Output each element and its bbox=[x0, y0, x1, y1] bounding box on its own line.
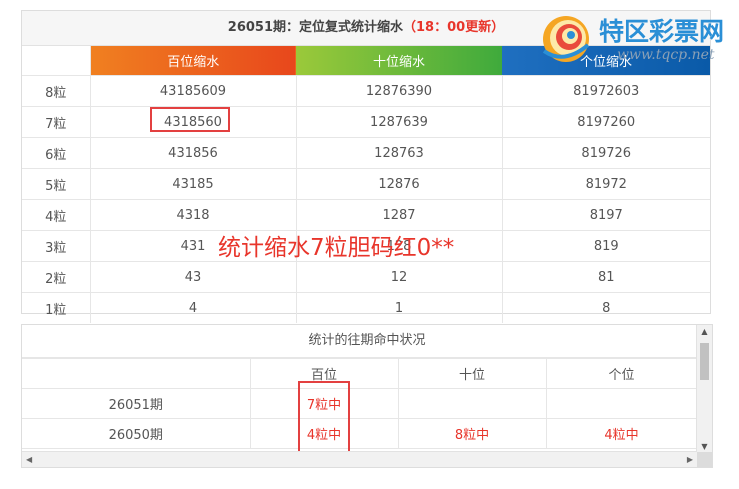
cell-bai: 4318 bbox=[89, 199, 297, 231]
history-header-shi: 十位 bbox=[397, 358, 547, 389]
shrink-table: 百位缩水 十位缩水 个位缩水 8粒 43185609 12876390 8197… bbox=[22, 46, 710, 323]
logo-swirl-icon bbox=[542, 16, 590, 62]
cell-bai: 43185609 bbox=[89, 75, 297, 107]
logo-url-text: www.tqcp.net bbox=[617, 47, 715, 63]
hit-shi: 8粒中 bbox=[397, 418, 547, 449]
history-corner bbox=[22, 358, 251, 389]
update-time: （18：00更新） bbox=[403, 20, 505, 35]
table-row: 7粒 4318560 1287639 8197260 bbox=[22, 106, 710, 138]
table-row: 5粒 43185 12876 81972 bbox=[22, 168, 710, 200]
cell-shi: 1287639 bbox=[295, 106, 503, 138]
scroll-left-icon[interactable]: ◀ bbox=[26, 452, 32, 467]
header-bai: 百位缩水 bbox=[90, 46, 296, 76]
period-label: 26051期 bbox=[22, 388, 251, 419]
overlay-annotation: 统计缩水7粒胆码红0** bbox=[218, 235, 455, 261]
history-header-ge: 个位 bbox=[545, 358, 698, 389]
hit-ge bbox=[545, 388, 698, 419]
table-row: 26050期 4粒中 8粒中 4粒中 bbox=[22, 418, 698, 449]
vertical-scrollbar[interactable]: ▲ ▼ bbox=[696, 325, 712, 453]
cell-shi: 1 bbox=[295, 292, 503, 323]
title-text: 26051期：定位复式统计缩水 bbox=[227, 20, 404, 35]
corner-header bbox=[22, 46, 91, 76]
row-label: 3粒 bbox=[22, 230, 91, 262]
scroll-thumb[interactable] bbox=[700, 343, 709, 380]
row-label: 1粒 bbox=[22, 292, 91, 323]
cell-shi: 12 bbox=[295, 261, 503, 293]
table-row: 1粒 4 1 8 bbox=[22, 292, 710, 323]
history-header-row: 百位 十位 个位 bbox=[22, 358, 698, 389]
cell-bai: 431856 bbox=[89, 137, 297, 169]
scroll-up-icon[interactable]: ▲ bbox=[697, 327, 712, 336]
cell-ge: 81972 bbox=[501, 168, 710, 200]
table-row: 6粒 431856 128763 819726 bbox=[22, 137, 710, 169]
highlight-box-bai-hits bbox=[298, 381, 350, 457]
scrollbar-corner bbox=[697, 452, 712, 467]
logo-brand-text: 特区彩票网 bbox=[599, 17, 725, 46]
highlight-box-7-bai bbox=[150, 107, 230, 132]
cell-ge: 819726 bbox=[501, 137, 710, 169]
cell-ge: 81 bbox=[501, 261, 710, 293]
cell-ge: 81972603 bbox=[501, 75, 710, 107]
cell-bai: 4 bbox=[89, 292, 297, 323]
row-label: 5粒 bbox=[22, 168, 91, 200]
cell-ge: 8197260 bbox=[501, 106, 710, 138]
hit-shi bbox=[397, 388, 547, 419]
cell-shi: 128763 bbox=[295, 137, 503, 169]
cell-ge: 819 bbox=[501, 230, 710, 262]
table-row: 4粒 4318 1287 8197 bbox=[22, 199, 710, 231]
hit-ge: 4粒中 bbox=[545, 418, 698, 449]
horizontal-scrollbar[interactable]: ◀ ▶ bbox=[22, 451, 697, 467]
scroll-down-icon[interactable]: ▼ bbox=[697, 442, 712, 451]
cell-bai: 43 bbox=[89, 261, 297, 293]
cell-shi: 1287 bbox=[295, 199, 503, 231]
table-row: 8粒 43185609 12876390 81972603 bbox=[22, 75, 710, 107]
table-row: 26051期 7粒中 bbox=[22, 388, 698, 419]
cell-bai: 43185 bbox=[89, 168, 297, 200]
cell-shi: 12876390 bbox=[295, 75, 503, 107]
row-label: 4粒 bbox=[22, 199, 91, 231]
row-label: 7粒 bbox=[22, 106, 91, 138]
header-shi: 十位缩水 bbox=[296, 46, 502, 76]
period-label: 26050期 bbox=[22, 418, 251, 449]
history-table: 百位 十位 个位 26051期 7粒中 26050期 4粒中 8粒中 4粒中 bbox=[22, 358, 698, 449]
row-label: 8粒 bbox=[22, 75, 91, 107]
table-row: 2粒 43 12 81 bbox=[22, 261, 710, 293]
site-logo[interactable]: 特区彩票网 www.tqcp.net bbox=[538, 11, 733, 71]
cell-shi: 12876 bbox=[295, 168, 503, 200]
row-label: 2粒 bbox=[22, 261, 91, 293]
history-panel[interactable]: 统计的往期命中状况 百位 十位 个位 26051期 7粒中 26050期 4粒中… bbox=[21, 324, 713, 468]
history-title: 统计的往期命中状况 bbox=[22, 325, 712, 358]
cell-ge: 8 bbox=[501, 292, 710, 323]
cell-ge: 8197 bbox=[501, 199, 710, 231]
row-label: 6粒 bbox=[22, 137, 91, 169]
scroll-right-icon[interactable]: ▶ bbox=[687, 452, 693, 467]
